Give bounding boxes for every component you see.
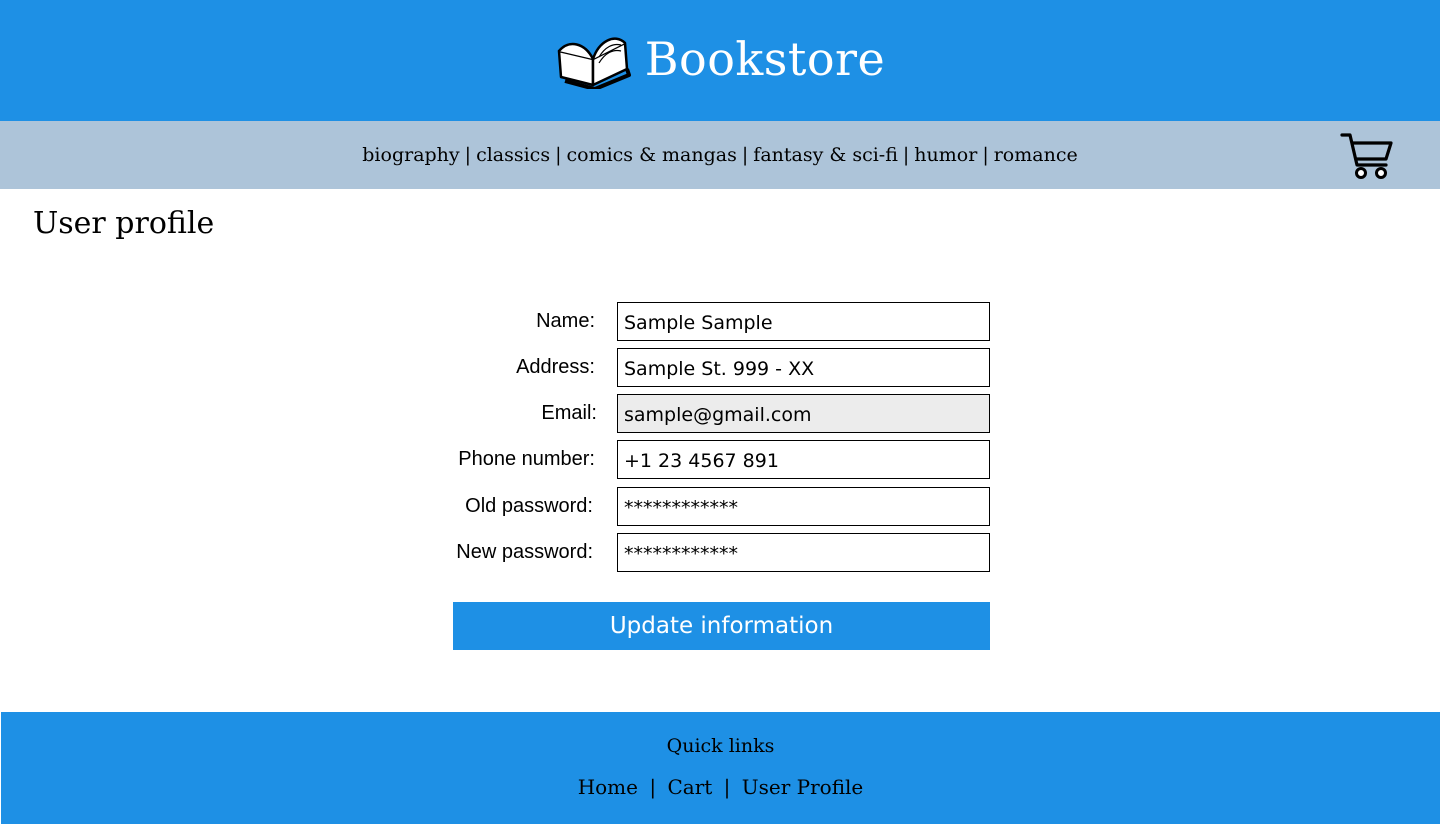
brand[interactable]: Bookstore: [555, 29, 886, 89]
site-footer: Quick links Home | Cart | User Profile: [1, 712, 1440, 824]
form-row-email: Email:: [430, 394, 990, 433]
email-field: [617, 394, 990, 433]
nav-separator: |: [464, 144, 472, 166]
footer-separator: |: [723, 775, 731, 799]
nav-link-fantasy-scifi[interactable]: fantasy & sci-fi: [753, 144, 898, 166]
nav-separator: |: [555, 144, 562, 166]
form-row-new-password: New password:: [430, 533, 990, 572]
footer-link-user-profile[interactable]: User Profile: [742, 775, 864, 799]
email-label: Email:: [541, 402, 597, 424]
footer-link-home[interactable]: Home: [578, 775, 638, 799]
footer-link-cart[interactable]: Cart: [667, 775, 712, 799]
form-row-name: Name:: [430, 302, 990, 341]
nav-link-romance[interactable]: romance: [994, 144, 1078, 166]
address-field[interactable]: [617, 348, 990, 387]
page-title: User profile: [33, 206, 215, 241]
site-title: Bookstore: [644, 31, 886, 86]
open-book-icon: [555, 29, 631, 89]
old-password-field[interactable]: [617, 487, 990, 526]
form-row-old-password: Old password:: [430, 487, 990, 526]
shopping-cart-icon[interactable]: [1340, 131, 1394, 181]
footer-title: Quick links: [666, 735, 775, 757]
category-links: biography | classics | comics & mangas |…: [0, 121, 1440, 189]
name-label: Name:: [536, 310, 595, 332]
nav-separator: |: [902, 144, 910, 166]
nav-link-classics[interactable]: classics: [476, 144, 550, 166]
phone-field[interactable]: [617, 440, 990, 479]
form-row-address: Address:: [430, 348, 990, 387]
site-header: Bookstore: [0, 0, 1440, 121]
phone-label: Phone number:: [458, 448, 595, 470]
nav-link-biography[interactable]: biography: [362, 144, 459, 166]
nav-link-humor[interactable]: humor: [914, 144, 977, 166]
nav-separator: |: [741, 144, 749, 166]
nav-separator: |: [982, 144, 989, 166]
update-information-button[interactable]: Update information: [453, 602, 990, 650]
footer-links: Home | Cart | User Profile: [1, 775, 1440, 799]
name-field[interactable]: [617, 302, 990, 341]
nav-link-comics-mangas[interactable]: comics & mangas: [566, 144, 736, 166]
new-password-field[interactable]: [617, 533, 990, 572]
address-label: Address:: [516, 356, 595, 378]
old-password-label: Old password:: [465, 495, 593, 517]
category-navbar: biography | classics | comics & mangas |…: [0, 121, 1440, 189]
footer-separator: |: [649, 775, 657, 799]
new-password-label: New password:: [456, 541, 593, 563]
form-row-phone: Phone number:: [430, 440, 990, 479]
